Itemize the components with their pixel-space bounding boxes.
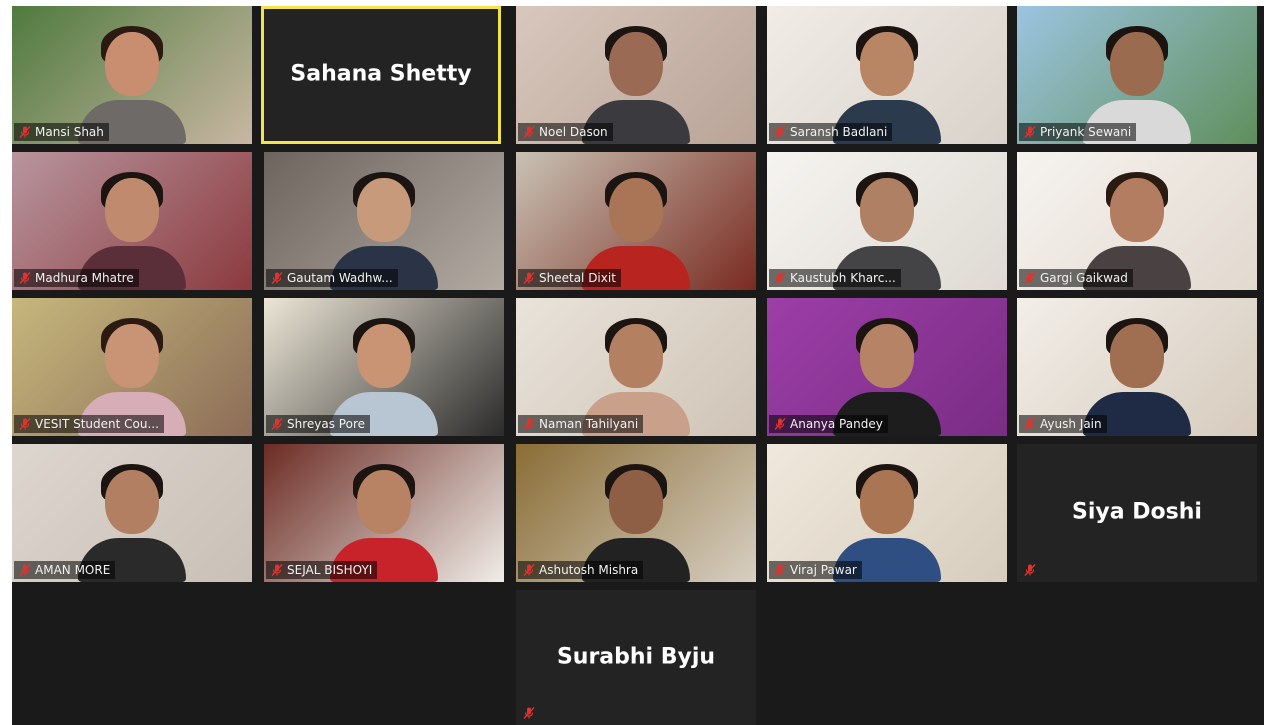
participant-name-label: Gautam Wadhw... [266, 269, 398, 287]
participant-face [105, 178, 159, 242]
participant-face [609, 32, 663, 96]
participant-name-label: Ananya Pandey [769, 415, 888, 433]
muted-mic-icon [1023, 125, 1037, 139]
participant-name: Siya Doshi [1072, 499, 1202, 525]
participant-tile[interactable]: Surabhi Byju [516, 590, 756, 725]
muted-mic-icon [1023, 271, 1037, 285]
muted-mic-icon [522, 563, 536, 577]
participant-name: AMAN MORE [35, 563, 111, 577]
participant-face [609, 324, 663, 388]
participant-name: Sheetal Dixit [539, 271, 616, 285]
participant-name-label: Naman Tahilyani [518, 415, 644, 433]
participant-face [860, 470, 914, 534]
participant-name: VESIT Student Cou... [35, 417, 159, 431]
gallery-view: Mansi Shah Sahana Shetty Noel Dason Sara… [12, 6, 1264, 725]
participant-tile[interactable]: Siya Doshi [1017, 444, 1257, 582]
participant-tile[interactable]: VESIT Student Cou... [12, 298, 252, 436]
participant-name: Saransh Badlani [790, 125, 888, 139]
participant-name: Ashutosh Mishra [539, 563, 639, 577]
participant-name: Viraj Pawar [790, 563, 857, 577]
muted-mic-icon [522, 125, 536, 139]
participant-name-label: Kaustubh Kharc... [769, 269, 901, 287]
participant-name: Shreyas Pore [287, 417, 365, 431]
participant-name-label: VESIT Student Cou... [14, 415, 164, 433]
participant-face [105, 324, 159, 388]
muted-mic-icon [1023, 417, 1037, 431]
muted-mic-icon [270, 417, 284, 431]
participant-name: Mansi Shah [35, 125, 104, 139]
muted-mic-icon [270, 563, 284, 577]
participant-face [860, 32, 914, 96]
muted-mic-icon [1023, 563, 1037, 577]
participant-tile[interactable]: Shreyas Pore [264, 298, 504, 436]
muted-mic-icon [18, 271, 32, 285]
participant-tile[interactable]: Ashutosh Mishra [516, 444, 756, 582]
participant-name: Surabhi Byju [556, 643, 716, 669]
participant-face [1110, 32, 1164, 96]
participant-tile[interactable]: Gautam Wadhw... [264, 152, 504, 290]
participant-tile[interactable]: Gargi Gaikwad [1017, 152, 1257, 290]
muted-mic-icon [773, 271, 787, 285]
participant-face [105, 32, 159, 96]
muted-mic-icon [18, 125, 32, 139]
participant-name: Ananya Pandey [790, 417, 883, 431]
participant-name-label: SEJAL BISHOYI [266, 561, 378, 579]
participant-name: Sahana Shetty [290, 61, 472, 87]
participant-name: Ayush Jain [1040, 417, 1102, 431]
participant-face [609, 178, 663, 242]
participant-tile[interactable]: Saransh Badlani [767, 6, 1007, 144]
muted-mic-icon [270, 271, 284, 285]
participant-tile[interactable]: Ayush Jain [1017, 298, 1257, 436]
participant-name-label: Madhura Mhatre [14, 269, 139, 287]
participant-face [860, 324, 914, 388]
participant-tile[interactable]: Kaustubh Kharc... [767, 152, 1007, 290]
muted-mic-icon [773, 417, 787, 431]
participant-name: Gargi Gaikwad [1040, 271, 1128, 285]
participant-name-label: Saransh Badlani [769, 123, 893, 141]
muted-mic-icon [522, 417, 536, 431]
participant-tile[interactable]: Viraj Pawar [767, 444, 1007, 582]
participant-name-label: Shreyas Pore [266, 415, 370, 433]
participant-tile-active-speaker[interactable]: Sahana Shetty [261, 6, 501, 144]
muted-mic-icon [522, 271, 536, 285]
muted-mic-icon [18, 563, 32, 577]
participant-face [105, 470, 159, 534]
participant-face [357, 324, 411, 388]
participant-tile[interactable]: Mansi Shah [12, 6, 252, 144]
participant-face [357, 178, 411, 242]
participant-name: Madhura Mhatre [35, 271, 134, 285]
participant-tile[interactable]: Sheetal Dixit [516, 152, 756, 290]
muted-mic-icon [18, 417, 32, 431]
participant-name-label: Gargi Gaikwad [1019, 269, 1133, 287]
participant-tile[interactable]: AMAN MORE [12, 444, 252, 582]
participant-name-label: Noel Dason [518, 123, 613, 141]
participant-name: Gautam Wadhw... [287, 271, 393, 285]
participant-name: Noel Dason [539, 125, 608, 139]
participant-name: Kaustubh Kharc... [790, 271, 896, 285]
participant-face [860, 178, 914, 242]
participant-face [609, 470, 663, 534]
participant-tile[interactable]: SEJAL BISHOYI [264, 444, 504, 582]
participant-name: SEJAL BISHOYI [287, 563, 373, 577]
participant-name-label: Sheetal Dixit [518, 269, 621, 287]
participant-tile[interactable]: Noel Dason [516, 6, 756, 144]
participant-face [1110, 178, 1164, 242]
participant-name-label: Viraj Pawar [769, 561, 862, 579]
participant-name-label: Ashutosh Mishra [518, 561, 644, 579]
muted-mic-icon [522, 706, 536, 720]
muted-mic-icon [773, 563, 787, 577]
participant-tile[interactable]: Madhura Mhatre [12, 152, 252, 290]
participant-name-label: AMAN MORE [14, 561, 116, 579]
participant-tile[interactable]: Priyank Sewani [1017, 6, 1257, 144]
participant-name-label: Mansi Shah [14, 123, 109, 141]
participant-face [357, 470, 411, 534]
participant-tile[interactable]: Ananya Pandey [767, 298, 1007, 436]
participant-name-label: Priyank Sewani [1019, 123, 1137, 141]
participant-name: Priyank Sewani [1040, 125, 1132, 139]
participant-face [1110, 324, 1164, 388]
participant-name-label: Ayush Jain [1019, 415, 1107, 433]
participant-tile[interactable]: Naman Tahilyani [516, 298, 756, 436]
participant-name: Naman Tahilyani [539, 417, 639, 431]
muted-mic-icon [773, 125, 787, 139]
